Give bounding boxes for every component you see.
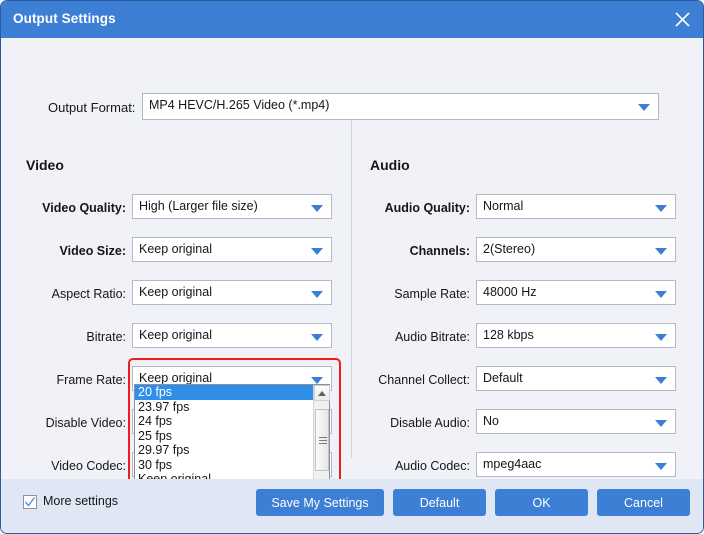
select-sample-rate[interactable]: 48000 Hz — [476, 280, 676, 305]
output-format-select[interactable]: MP4 HEVC/H.265 Video (*.mp4) — [142, 93, 659, 120]
scroll-up-icon[interactable] — [314, 385, 330, 401]
chevron-down-icon — [311, 248, 323, 255]
ok-button[interactable]: OK — [495, 489, 588, 516]
chevron-down-icon — [311, 205, 323, 212]
select-video-size[interactable]: Keep original — [132, 237, 332, 262]
chevron-down-icon — [311, 334, 323, 341]
page-title: Output Settings — [13, 11, 116, 26]
select-channels[interactable]: 2(Stereo) — [476, 237, 676, 262]
label-channel-collect: Channel Collect: — [378, 373, 470, 387]
output-settings-dialog: Output Settings Output Format: MP4 HEVC/… — [0, 0, 704, 534]
select-bitrate[interactable]: Keep original — [132, 323, 332, 348]
check-icon — [24, 497, 36, 507]
select-channel-collect[interactable]: Default — [476, 366, 676, 391]
label-audio-bitrate: Audio Bitrate: — [394, 330, 470, 344]
close-icon[interactable] — [667, 5, 697, 34]
value-audio-bitrate: 128 kbps — [483, 328, 534, 342]
chevron-down-icon — [311, 291, 323, 298]
select-aspect-ratio[interactable]: Keep original — [132, 280, 332, 305]
list-item[interactable]: 23.97 fps — [135, 400, 329, 415]
list-item[interactable]: 20 fps — [135, 385, 329, 400]
value-audio-codec: mpeg4aac — [483, 457, 542, 471]
column-divider — [351, 98, 352, 458]
audio-section-heading: Audio — [370, 157, 410, 173]
scrollbar-grip-icon — [319, 437, 327, 444]
list-item[interactable]: 30 fps — [135, 458, 329, 473]
value-channels: 2(Stereo) — [483, 242, 536, 256]
label-video-quality: Video Quality: — [42, 201, 126, 215]
select-audio-bitrate[interactable]: 128 kbps — [476, 323, 676, 348]
label-audio-codec: Audio Codec: — [394, 459, 470, 473]
value-bitrate: Keep original — [139, 328, 212, 342]
select-audio-quality[interactable]: Normal — [476, 194, 676, 219]
output-format-value: MP4 HEVC/H.265 Video (*.mp4) — [149, 98, 330, 112]
value-video-quality: High (Larger file size) — [139, 199, 258, 213]
value-channel-collect: Default — [483, 371, 523, 385]
label-video-codec: Video Codec: — [51, 459, 126, 473]
title-bar: Output Settings — [1, 1, 703, 38]
list-item[interactable]: 29.97 fps — [135, 443, 329, 458]
label-channels: Channels: — [409, 244, 470, 258]
value-frame-rate: Keep original — [139, 371, 212, 385]
chevron-down-icon — [655, 291, 667, 298]
value-audio-quality: Normal — [483, 199, 524, 213]
label-disable-video: Disable Video: — [45, 416, 126, 430]
label-disable-audio: Disable Audio: — [390, 416, 470, 430]
default-button[interactable]: Default — [393, 489, 486, 516]
scrollbar-thumb[interactable] — [315, 409, 329, 471]
select-disable-audio[interactable]: No — [476, 409, 676, 434]
chevron-down-icon — [655, 205, 667, 212]
select-audio-codec[interactable]: mpeg4aac — [476, 452, 676, 477]
chevron-down-icon — [655, 248, 667, 255]
label-aspect-ratio: Aspect Ratio: — [51, 287, 126, 301]
list-item[interactable]: 24 fps — [135, 414, 329, 429]
list-item[interactable]: 25 fps — [135, 429, 329, 444]
chevron-down-icon — [655, 463, 667, 470]
output-format-label: Output Format: — [48, 100, 136, 115]
chevron-down-icon — [311, 377, 323, 384]
value-video-size: Keep original — [139, 242, 212, 256]
select-video-quality[interactable]: High (Larger file size) — [132, 194, 332, 219]
close-glyph — [674, 12, 690, 27]
label-sample-rate: Sample Rate: — [394, 287, 470, 301]
value-disable-audio: No — [483, 414, 499, 428]
video-section-heading: Video — [26, 157, 64, 173]
cancel-button[interactable]: Cancel — [597, 489, 690, 516]
label-frame-rate: Frame Rate: — [56, 373, 126, 387]
save-my-settings-button[interactable]: Save My Settings — [256, 489, 384, 516]
chevron-down-icon — [655, 334, 667, 341]
chevron-down-icon — [655, 420, 667, 427]
value-sample-rate: 48000 Hz — [483, 285, 537, 299]
label-bitrate: Bitrate: — [86, 330, 126, 344]
chevron-down-icon — [638, 104, 650, 111]
value-aspect-ratio: Keep original — [139, 285, 212, 299]
label-audio-quality: Audio Quality: — [384, 201, 470, 215]
dialog-body: Output Format: MP4 HEVC/H.265 Video (*.m… — [1, 38, 703, 513]
more-settings-checkbox[interactable] — [23, 495, 37, 509]
more-settings-label[interactable]: More settings — [43, 494, 118, 508]
label-video-size: Video Size: — [59, 244, 126, 258]
chevron-down-icon — [655, 377, 667, 384]
